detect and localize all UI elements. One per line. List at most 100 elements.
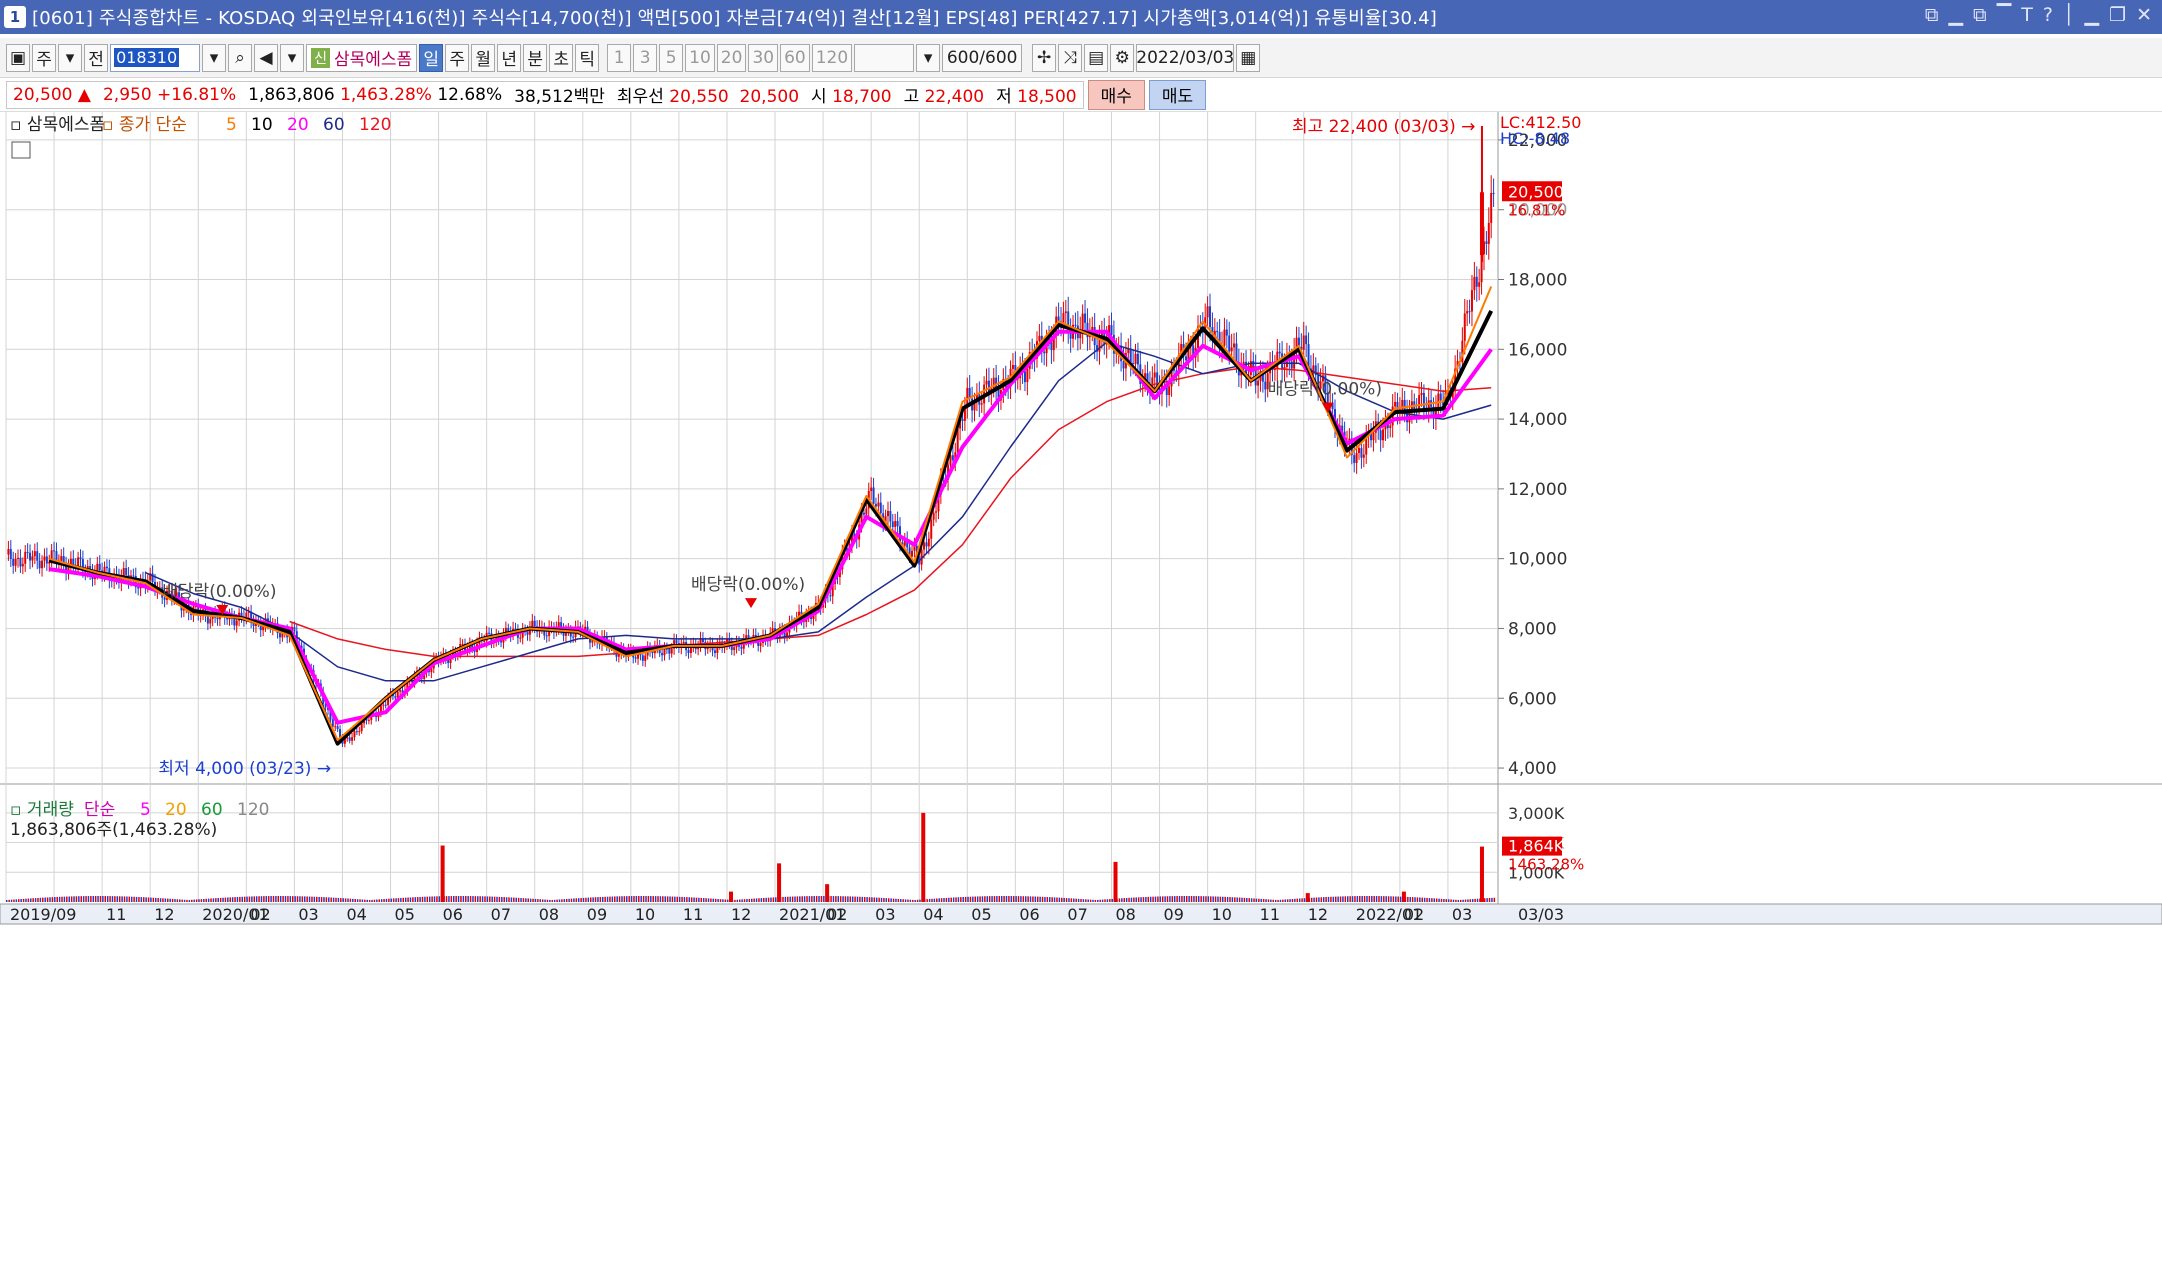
code-dropdown-icon[interactable]: ▾ (202, 43, 227, 72)
volume-bar (690, 897, 693, 902)
volume-bar (481, 896, 484, 902)
period-tab[interactable]: 분 (523, 43, 548, 72)
volume-bar (1375, 896, 1378, 902)
volume-bar (306, 896, 308, 902)
volume-bar (539, 899, 542, 902)
volume-bar (378, 899, 380, 902)
volume-bar (311, 896, 313, 902)
interval-button[interactable]: 120 (811, 43, 853, 72)
indicator-icon[interactable]: ✢ (1032, 43, 1057, 72)
interval-input[interactable] (854, 43, 915, 72)
candle-body (1353, 455, 1356, 463)
volume-ma-legend: 60 (201, 800, 223, 820)
candle-body (1379, 430, 1382, 441)
interval-button[interactable]: 1 (607, 43, 632, 72)
window-control-icon[interactable]: ▁ (1948, 4, 1963, 26)
volume-bar (1008, 896, 1010, 902)
volume-bar (191, 899, 193, 902)
volume-bar (445, 896, 448, 902)
volume-bar (1210, 896, 1212, 902)
candle-body (641, 655, 644, 661)
volume-bar (1361, 896, 1363, 902)
stock-code-input[interactable]: 018310 (110, 43, 201, 72)
period-tab[interactable]: 일 (419, 43, 444, 72)
type-selector[interactable]: 주 (32, 43, 57, 72)
speaker-dropdown-icon[interactable]: ▾ (280, 43, 305, 72)
compare-icon[interactable]: ⤨ (1058, 43, 1083, 72)
volume-bar (700, 897, 703, 902)
candle-body (38, 560, 41, 569)
x-axis-label: 12 (1308, 905, 1328, 924)
ma-legend-item: 5 (226, 115, 237, 135)
volume-bar (892, 898, 895, 902)
search-icon[interactable]: ⌕ (228, 43, 253, 72)
volume-bar (1387, 896, 1390, 902)
interval-dropdown-icon[interactable]: ▾ (916, 43, 941, 72)
period-tab[interactable]: 년 (497, 43, 522, 72)
period-tab[interactable]: 초 (549, 43, 574, 72)
volume-bar (1185, 896, 1188, 902)
volume-bar (54, 897, 56, 902)
volume-bar (1214, 896, 1217, 902)
period-tab[interactable]: 주 (445, 43, 470, 72)
stock-chart[interactable]: 22,00018,00016,00014,00012,00010,0008,00… (0, 112, 2162, 1273)
volume-bar (734, 899, 736, 902)
window-control-icon[interactable]: ▔ (1997, 4, 2012, 26)
volume-bar (30, 898, 32, 902)
candle-body (1074, 324, 1077, 326)
buy-button[interactable]: 매수 (1087, 79, 1145, 110)
stock-name-box[interactable]: 신 삼목에스폼 (306, 43, 418, 72)
candle-body (1216, 330, 1219, 333)
gear-icon[interactable]: ⚙ (1110, 43, 1135, 72)
window-control-icon[interactable]: ▁ (2084, 4, 2099, 26)
window-control-icon[interactable]: ⧉ (1925, 4, 1939, 26)
volume-bar (856, 896, 859, 902)
volume-bar (1416, 897, 1419, 902)
candle-body (26, 551, 29, 553)
period-tab[interactable]: 월 (471, 43, 496, 72)
window-control-icon[interactable]: │ (2063, 4, 2074, 26)
date-input[interactable]: 2022/03/03 (1136, 43, 1235, 72)
save-icon[interactable]: ▤ (1084, 43, 1109, 72)
volume-bar (1125, 897, 1128, 902)
sell-button[interactable]: 매도 (1148, 79, 1207, 110)
chevron-down-icon[interactable]: ▾ (58, 43, 83, 72)
volume-bar (167, 898, 169, 902)
volume-bar (234, 897, 236, 902)
window-control-icon[interactable]: ? (2043, 4, 2053, 26)
volume-bar (1161, 896, 1164, 902)
interval-button[interactable]: 30 (748, 43, 779, 72)
speaker-icon[interactable]: ◀ (254, 43, 279, 72)
interval-button[interactable]: 5 (659, 43, 684, 72)
interval-button[interactable]: 60 (780, 43, 810, 72)
volume-bar (301, 896, 304, 902)
window-control-icon[interactable]: T (2021, 4, 2033, 26)
interval-button[interactable]: 3 (633, 43, 658, 72)
layout-icon[interactable]: ▣ (6, 43, 31, 72)
prev-button[interactable]: 전 (84, 43, 109, 72)
interval-button[interactable]: 10 (685, 43, 715, 72)
volume-bar (318, 896, 320, 902)
x-axis-label: 02 (1404, 905, 1424, 924)
volume-bar (787, 896, 789, 902)
volume-bar (820, 896, 823, 902)
volume-bar (337, 897, 340, 902)
calendar-icon[interactable]: ▦ (1236, 43, 1261, 72)
x-axis-label: 04 (923, 905, 943, 924)
volume-bar (267, 896, 270, 902)
volume-bar (27, 898, 30, 902)
volume-bar (39, 897, 42, 902)
window-control-icon[interactable]: ⧉ (1973, 4, 1987, 26)
y-axis-label: 8,000 (1508, 619, 1557, 639)
window-control-icon[interactable]: ✕ (2136, 4, 2152, 26)
volume-bar (580, 898, 582, 902)
count-input[interactable]: 600/600 (942, 43, 1023, 72)
volume-bar (695, 897, 698, 902)
volume-bar (1265, 899, 1267, 902)
candle-body (125, 568, 128, 575)
volume-bar (1140, 897, 1142, 902)
interval-button[interactable]: 20 (716, 43, 747, 72)
window-control-icon[interactable]: ❐ (2109, 4, 2126, 26)
period-tab[interactable]: 틱 (575, 43, 600, 72)
candle-body (865, 508, 868, 515)
